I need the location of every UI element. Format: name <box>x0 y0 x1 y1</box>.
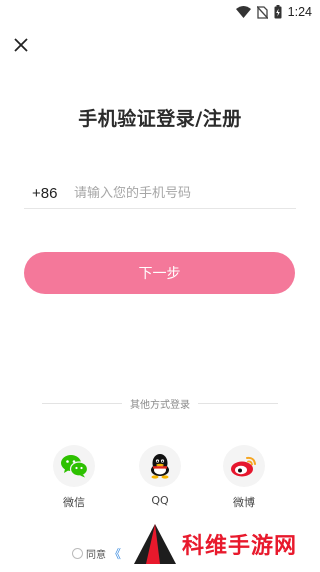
weibo-icon <box>231 456 256 477</box>
agreement-label: 同意 <box>86 549 106 561</box>
close-button[interactable] <box>8 32 34 58</box>
country-code[interactable]: +86 <box>24 185 74 202</box>
other-login-label: 其他方式登录 <box>130 399 190 411</box>
watermark-text: 科维手游网 <box>182 534 298 559</box>
watermark-logo-icon <box>134 524 176 564</box>
battery-charging-icon <box>274 5 282 19</box>
no-sim-icon <box>256 5 268 19</box>
phone-input-row: +86 <box>24 179 296 209</box>
qq-icon-circle[interactable] <box>139 445 181 487</box>
other-login-divider: 其他方式登录 <box>42 396 278 411</box>
agreement-radio[interactable] <box>72 547 83 559</box>
qq-icon <box>151 454 169 479</box>
phone-input[interactable] <box>74 186 284 201</box>
page-title: 手机验证登录/注册 <box>78 108 242 130</box>
divider-line-right <box>198 402 278 404</box>
next-button[interactable]: 下一步 <box>24 252 295 294</box>
wechat-icon <box>61 455 88 478</box>
wechat-label: 微信 <box>63 496 85 509</box>
status-time: 1:24 <box>287 5 312 19</box>
qq-label: QQ <box>151 494 169 507</box>
watermark: 科维手游网 <box>132 520 312 568</box>
wechat-login-button[interactable]: 微信 <box>52 445 96 510</box>
weibo-icon-circle[interactable] <box>223 445 265 487</box>
wechat-icon-circle[interactable] <box>53 445 95 487</box>
wifi-icon <box>235 6 251 18</box>
qq-login-button[interactable]: QQ <box>138 445 182 507</box>
weibo-label: 微博 <box>233 496 255 509</box>
status-bar: 1:24 <box>0 0 320 24</box>
weibo-login-button[interactable]: 微博 <box>222 445 266 510</box>
divider-line-left <box>42 402 122 404</box>
agreement-row: 同意 《 <box>72 545 121 561</box>
status-icons: 1:24 <box>235 3 312 21</box>
close-icon <box>14 38 28 52</box>
agreement-link[interactable]: 《 <box>109 545 121 562</box>
